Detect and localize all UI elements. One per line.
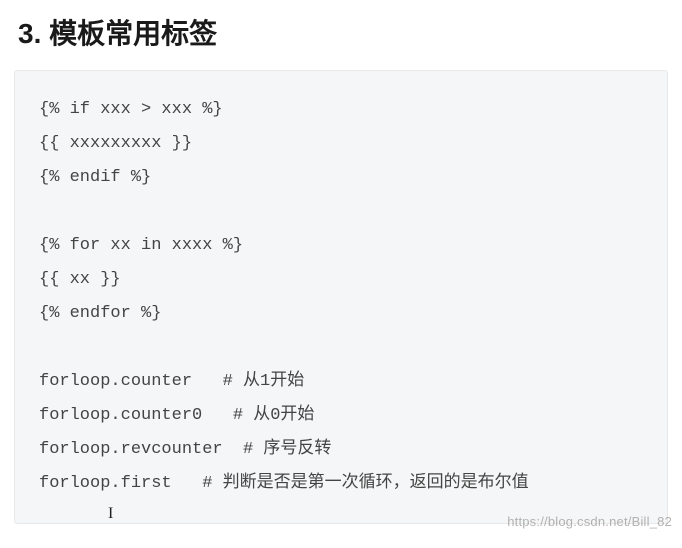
code-block: {% if xxx > xxx %} {{ xxxxxxxxx }} {% en… — [14, 70, 668, 524]
code-content: {% if xxx > xxx %} {{ xxxxxxxxx }} {% en… — [39, 100, 529, 493]
watermark-text: https://blog.csdn.net/Bill_82 — [507, 514, 672, 529]
section-heading: 3. 模板常用标签 — [0, 0, 682, 70]
